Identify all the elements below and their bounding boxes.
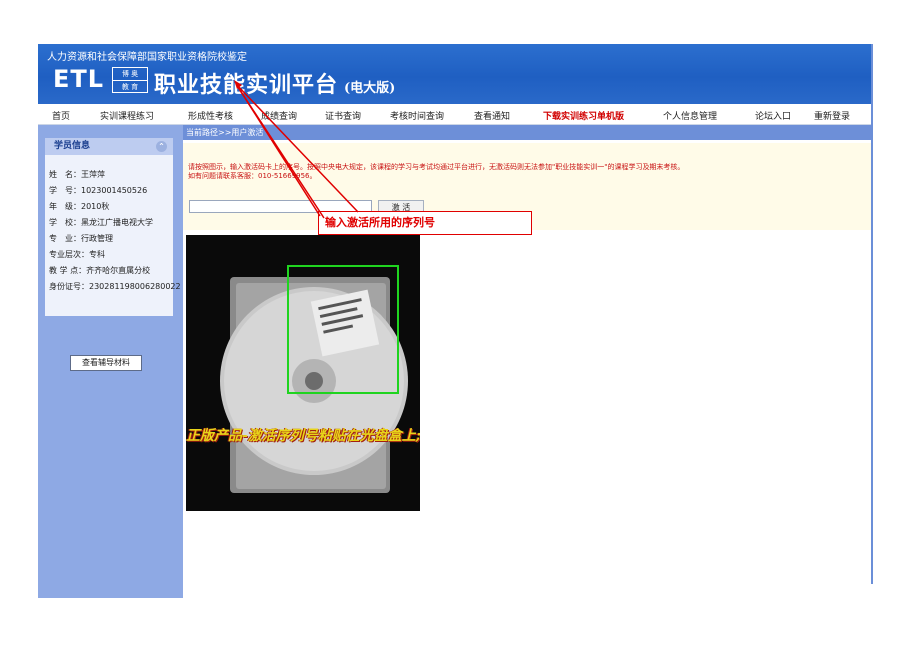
nav-view-notices[interactable]: 查看通知 [474,109,510,122]
nav-score-query[interactable]: 成绩查询 [261,109,297,122]
info-teaching-site: 教 学 点：齐齐哈尔直属分校 [49,266,151,275]
info-school: 学 校：黑龙江广播电视大学 [49,218,153,227]
cd-case-photo: 正版产品-激活序列号粘贴在光盘盒上; [186,235,420,511]
notice-line-2: 如有问题请联系客服：010-51669956。 [188,172,317,180]
header-banner: 人力资源和社会保障部国家职业资格院校鉴定 ETL 博 奥 教 育 职业技能实训平… [38,44,871,104]
info-student-id: 学 号：1023001450526 [49,186,148,195]
logo-sub-bottom: 教 育 [121,83,139,91]
info-name: 姓 名：王萍萍 [49,170,105,179]
nav-certificate-query[interactable]: 证书查询 [325,109,361,122]
student-info-header: 学员信息 ⌃ [45,138,173,155]
app-title: 职业技能实训平台 (电大版) [154,67,395,99]
info-grade: 年 级：2010秋 [49,202,110,211]
logo-text: ETL [53,65,105,93]
app-window: 人力资源和社会保障部国家职业资格院校鉴定 ETL 博 奥 教 育 职业技能实训平… [38,44,871,598]
window-edge [871,44,873,584]
app-title-suffix: (电大版) [344,81,396,96]
app-title-main: 职业技能实训平台 [154,72,339,98]
info-major: 专 业：行政管理 [49,234,113,243]
sidebar: 学员信息 ⌃ 姓 名：王萍萍 学 号：1023001450526 年 级：201… [38,125,183,598]
student-info-panel: 学员信息 ⌃ 姓 名：王萍萍 学 号：1023001450526 年 级：201… [45,138,181,316]
nav-personal-info[interactable]: 个人信息管理 [663,109,717,122]
org-name: 人力资源和社会保障部国家职业资格院校鉴定 [47,52,247,63]
collapse-arrow-icon[interactable]: ⌃ [156,141,167,152]
main-nav: 首页 实训课程练习 形成性考核 成绩查询 证书查询 考核时间查询 查看通知 下载… [38,106,871,125]
cd-case-illustration [186,235,420,511]
breadcrumb: 当前路径>>用户激活 [183,125,871,140]
nav-exam-time-query[interactable]: 考核时间查询 [390,109,444,122]
logo-sub-top: 博 奥 [113,68,147,81]
notice-text: 请按照图示，输入激活码卡上的序号。按照中央电大规定，该课程的学习与考试均通过平台… [188,163,684,181]
nav-relogin[interactable]: 重新登录 [814,109,850,122]
view-materials-button[interactable]: 查看辅导材料 [70,355,142,371]
nav-forum[interactable]: 论坛入口 [755,109,791,122]
etl-logo: ETL 博 奥 教 育 [53,65,148,93]
photo-caption: 正版产品-激活序列号粘贴在光盘盒上; [186,428,420,444]
logo-badge: 博 奥 教 育 [112,67,148,93]
serial-callout-label: 输入激活所用的序列号 [318,211,532,235]
student-info-title: 学员信息 [54,141,91,151]
nav-home[interactable]: 首页 [52,109,70,122]
nav-formative-assessment[interactable]: 形成性考核 [188,109,233,122]
nav-course-practice[interactable]: 实训课程练习 [100,109,154,122]
nav-download-offline[interactable]: 下载实训练习单机版 [543,109,624,122]
notice-line-1: 请按照图示，输入激活码卡上的序号。按照中央电大规定，该课程的学习与考试均通过平台… [188,163,685,171]
info-level: 专业层次：专科 [49,250,105,259]
info-id-number: 身份证号：230281198006280022 [49,282,181,291]
